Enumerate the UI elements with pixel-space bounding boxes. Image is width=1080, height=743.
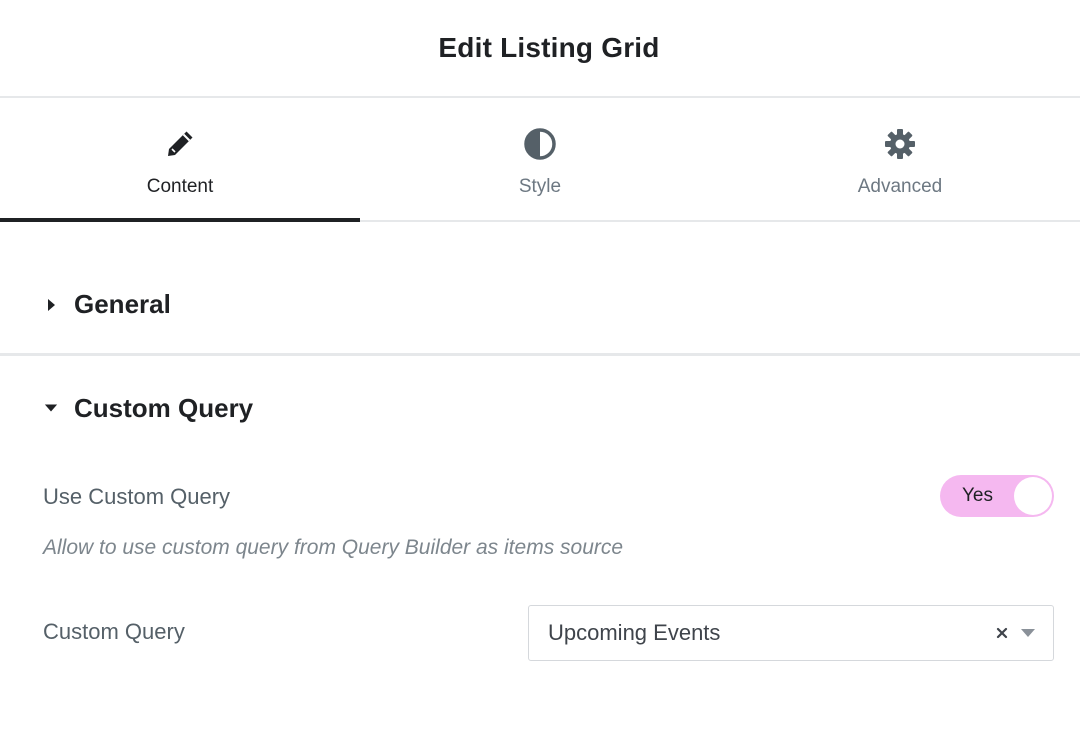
caret-down-icon xyxy=(44,403,58,413)
use-custom-query-switch[interactable]: Yes xyxy=(940,475,1054,517)
half-circle-icon xyxy=(522,126,558,162)
pencil-icon xyxy=(162,126,198,162)
custom-query-description: Allow to use custom query from Query Bui… xyxy=(43,536,624,559)
section-general-toggle[interactable]: General xyxy=(0,222,1080,356)
editor-panel: Edit Listing Grid Content Style Advanced… xyxy=(0,0,1080,743)
clear-icon[interactable] xyxy=(991,622,1013,644)
caret-right-icon xyxy=(44,298,58,312)
tab-content-label: Content xyxy=(146,176,214,197)
section-custom-query-title: Custom Query xyxy=(74,392,254,423)
tab-style-label: Style xyxy=(518,176,562,197)
tab-content[interactable]: Content xyxy=(0,98,360,222)
chevron-down-icon[interactable] xyxy=(1017,622,1039,644)
panel-title: Edit Listing Grid xyxy=(438,32,660,63)
tab-style[interactable]: Style xyxy=(360,98,720,220)
panel-header: Edit Listing Grid xyxy=(0,0,1080,98)
custom-query-select[interactable]: Upcoming Events xyxy=(528,605,1054,661)
switch-knob xyxy=(1014,477,1052,515)
tab-bar: Content Style Advanced xyxy=(0,98,1080,222)
section-general-title: General xyxy=(74,289,171,319)
use-custom-query-row: Use Custom Query Yes xyxy=(0,460,1080,534)
gear-icon xyxy=(882,126,918,162)
custom-query-select-label: Custom Query xyxy=(43,619,185,644)
custom-query-select-value: Upcoming Events xyxy=(548,620,721,645)
switch-state-text: Yes xyxy=(962,485,993,506)
custom-query-select-row: Custom Query Upcoming Events xyxy=(0,600,1080,664)
tab-advanced-label: Advanced xyxy=(857,176,943,197)
section-custom-query-toggle[interactable]: Custom Query xyxy=(0,356,1080,460)
use-custom-query-label: Use Custom Query xyxy=(43,484,231,509)
tab-advanced[interactable]: Advanced xyxy=(720,98,1080,220)
